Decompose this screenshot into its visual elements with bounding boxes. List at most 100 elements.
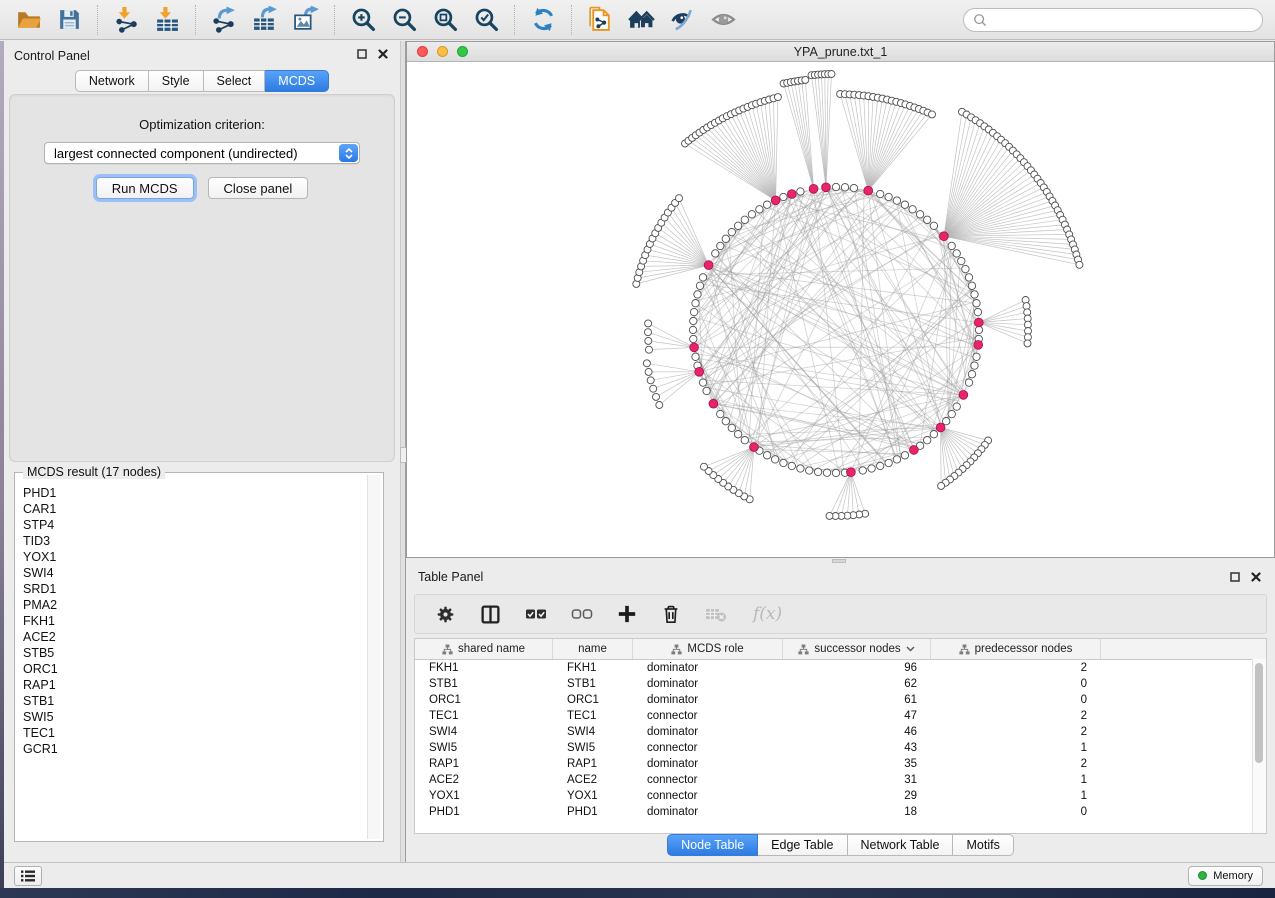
- column-header-successor-nodes[interactable]: successor nodes: [783, 639, 931, 659]
- close-panel-icon[interactable]: [1251, 571, 1261, 585]
- float-panel-icon[interactable]: [357, 49, 367, 59]
- tab-network[interactable]: Network: [75, 70, 149, 92]
- table-row[interactable]: RAP1RAP1dominator352: [415, 756, 1266, 772]
- table-cell[interactable]: 2: [931, 756, 1101, 772]
- table-cell[interactable]: 1: [931, 788, 1101, 804]
- table-cell[interactable]: PHD1: [415, 804, 553, 820]
- table-row[interactable]: PHD1PHD1dominator180: [415, 804, 1266, 820]
- network-window-titlebar[interactable]: YPA_prune.txt_1: [407, 42, 1274, 62]
- table-cell[interactable]: dominator: [633, 660, 783, 676]
- table-cell[interactable]: 2: [931, 724, 1101, 740]
- mcds-result-item[interactable]: CAR1: [17, 501, 367, 517]
- mcds-result-item[interactable]: FKH1: [17, 613, 367, 629]
- mcds-result-item[interactable]: YOX1: [17, 549, 367, 565]
- table-cell[interactable]: 46: [783, 724, 931, 740]
- table-cell[interactable]: STB1: [415, 676, 553, 692]
- table-cell[interactable]: ORC1: [415, 692, 553, 708]
- run-mcds-button[interactable]: Run MCDS: [96, 177, 194, 199]
- tab-select[interactable]: Select: [204, 70, 266, 92]
- table-row[interactable]: SWI4SWI4dominator462: [415, 724, 1266, 740]
- table-cell[interactable]: SWI5: [553, 740, 633, 756]
- close-panel-button[interactable]: Close panel: [208, 177, 309, 199]
- column-header-shared-name[interactable]: shared name: [415, 639, 553, 659]
- tab-edge-table[interactable]: Edge Table: [758, 834, 847, 856]
- mcds-result-item[interactable]: STB5: [17, 645, 367, 661]
- delete-table-button[interactable]: [705, 604, 729, 624]
- mcds-result-item[interactable]: ACE2: [17, 629, 367, 645]
- mcds-result-item[interactable]: GCR1: [17, 741, 367, 757]
- table-cell[interactable]: dominator: [633, 756, 783, 772]
- mcds-result-item[interactable]: SRD1: [17, 581, 367, 597]
- table-cell[interactable]: SWI4: [553, 724, 633, 740]
- table-row[interactable]: SWI5SWI5connector431: [415, 740, 1266, 756]
- table-cell[interactable]: RAP1: [553, 756, 633, 772]
- mcds-result-scrollbar[interactable]: [367, 475, 381, 839]
- table-cell[interactable]: 1: [931, 772, 1101, 788]
- table-cell[interactable]: 62: [783, 676, 931, 692]
- tab-motifs[interactable]: Motifs: [953, 834, 1013, 856]
- table-cell[interactable]: ACE2: [415, 772, 553, 788]
- network-canvas[interactable]: [407, 62, 1274, 557]
- table-cell[interactable]: SWI4: [415, 724, 553, 740]
- cytoscape-home-button[interactable]: [626, 4, 657, 35]
- table-cell[interactable]: ACE2: [553, 772, 633, 788]
- mcds-result-item[interactable]: PHD1: [17, 485, 367, 501]
- table-cell[interactable]: 0: [931, 804, 1101, 820]
- function-builder-button[interactable]: f(x): [753, 604, 782, 624]
- table-row[interactable]: TEC1TEC1connector472: [415, 708, 1266, 724]
- float-panel-icon[interactable]: [1230, 571, 1240, 585]
- table-cell[interactable]: 43: [783, 740, 931, 756]
- mcds-result-item[interactable]: PMA2: [17, 597, 367, 613]
- mcds-result-item[interactable]: TEC1: [17, 725, 367, 741]
- table-cell[interactable]: connector: [633, 788, 783, 804]
- table-cell[interactable]: dominator: [633, 692, 783, 708]
- scrollbar-thumb[interactable]: [1255, 663, 1263, 763]
- network-edges[interactable]: [693, 187, 979, 473]
- table-cell[interactable]: 29: [783, 788, 931, 804]
- column-header-predecessor-nodes[interactable]: predecessor nodes: [931, 639, 1101, 659]
- deselect-all-button[interactable]: [571, 604, 593, 624]
- column-header-name[interactable]: name: [553, 639, 633, 659]
- table-cell[interactable]: TEC1: [415, 708, 553, 724]
- select-all-button[interactable]: [525, 604, 547, 624]
- table-cell[interactable]: 47: [783, 708, 931, 724]
- show-panels-button[interactable]: [14, 866, 42, 886]
- table-cell[interactable]: 96: [783, 660, 931, 676]
- table-row[interactable]: FKH1FKH1dominator962: [415, 660, 1266, 676]
- network-graph[interactable]: [407, 62, 1274, 557]
- mcds-result-list[interactable]: PHD1CAR1STP4TID3YOX1SWI4SRD1PMA2FKH1ACE2…: [17, 485, 367, 839]
- delete-column-button[interactable]: [661, 603, 681, 625]
- table-cell[interactable]: connector: [633, 708, 783, 724]
- mcds-result-item[interactable]: RAP1: [17, 677, 367, 693]
- column-header-mcds-role[interactable]: MCDS role: [633, 639, 783, 659]
- table-cell[interactable]: FKH1: [553, 660, 633, 676]
- table-cell[interactable]: connector: [633, 772, 783, 788]
- table-cell[interactable]: 0: [931, 692, 1101, 708]
- table-cell[interactable]: TEC1: [553, 708, 633, 724]
- table-mode-button[interactable]: [435, 604, 456, 625]
- table-cell[interactable]: YOX1: [553, 788, 633, 804]
- tab-style[interactable]: Style: [149, 70, 204, 92]
- table-cell[interactable]: FKH1: [415, 660, 553, 676]
- new-network-from-selection-button[interactable]: [585, 4, 616, 35]
- table-cell[interactable]: SWI5: [415, 740, 553, 756]
- table-cell[interactable]: RAP1: [415, 756, 553, 772]
- create-column-button[interactable]: [617, 604, 637, 624]
- show-columns-button[interactable]: [480, 604, 501, 625]
- table-cell[interactable]: 35: [783, 756, 931, 772]
- search-box[interactable]: [963, 8, 1263, 32]
- splitter-grip[interactable]: [832, 559, 846, 563]
- table-cell[interactable]: 1: [931, 740, 1101, 756]
- table-cell[interactable]: dominator: [633, 676, 783, 692]
- tab-network-table[interactable]: Network Table: [848, 834, 954, 856]
- zoom-in-button[interactable]: [348, 4, 379, 35]
- mcds-result-item[interactable]: SWI4: [17, 565, 367, 581]
- zoom-selected-button[interactable]: [471, 4, 502, 35]
- mcds-result-item[interactable]: SWI5: [17, 709, 367, 725]
- table-cell[interactable]: dominator: [633, 724, 783, 740]
- tab-node-table[interactable]: Node Table: [667, 834, 758, 856]
- search-input[interactable]: [993, 12, 1262, 28]
- export-network-button[interactable]: [209, 4, 240, 35]
- mcds-result-item[interactable]: ORC1: [17, 661, 367, 677]
- table-cell[interactable]: dominator: [633, 804, 783, 820]
